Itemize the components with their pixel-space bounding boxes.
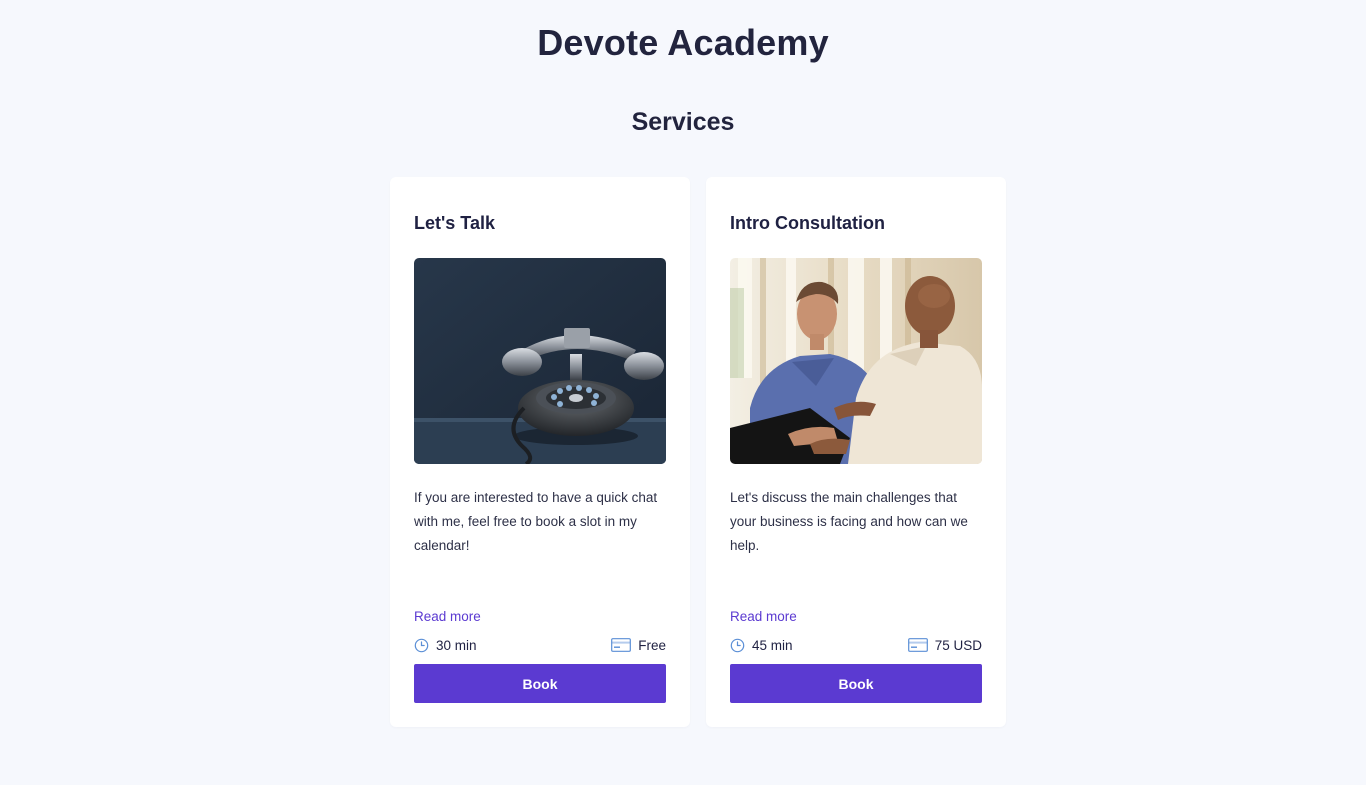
duration-value: 45 min [752, 637, 793, 653]
service-card-intro-consultation: Intro Consultation Let's discuss the mai… [706, 177, 1006, 727]
service-description: Let's discuss the main challenges that y… [730, 490, 968, 553]
clock-icon [730, 638, 745, 652]
card-icon [611, 638, 632, 652]
service-meta: 30 min Free [414, 636, 666, 654]
duration: 45 min [730, 638, 793, 653]
site-title: Devote Academy [537, 22, 829, 63]
card-icon [907, 638, 928, 652]
duration: 30 min [414, 638, 477, 653]
service-card-lets-talk: Let's Talk If you are interested to have… [390, 177, 690, 727]
read-more-link[interactable]: Read more [414, 609, 481, 624]
services-list: Let's Talk If you are interested to have… [390, 177, 1006, 727]
book-button[interactable]: Book [730, 664, 982, 703]
service-image-meeting [730, 258, 982, 464]
section-title: Services [631, 108, 735, 136]
book-button[interactable]: Book [414, 664, 666, 703]
service-meta: 45 min 75 USD [730, 636, 982, 654]
clock-icon [414, 638, 429, 652]
price: Free [611, 638, 666, 653]
page: Devote Academy Services Let's Talk If yo… [0, 0, 1366, 785]
price-value: 75 USD [934, 637, 982, 653]
service-title: Let's Talk [414, 213, 495, 233]
duration-value: 30 min [436, 637, 477, 653]
price: 75 USD [907, 637, 982, 653]
service-description: If you are interested to have a quick ch… [414, 490, 658, 553]
price-value: Free [638, 637, 666, 653]
read-more-link[interactable]: Read more [730, 609, 797, 624]
service-image-telephone [414, 258, 666, 464]
service-title: Intro Consultation [730, 213, 885, 233]
